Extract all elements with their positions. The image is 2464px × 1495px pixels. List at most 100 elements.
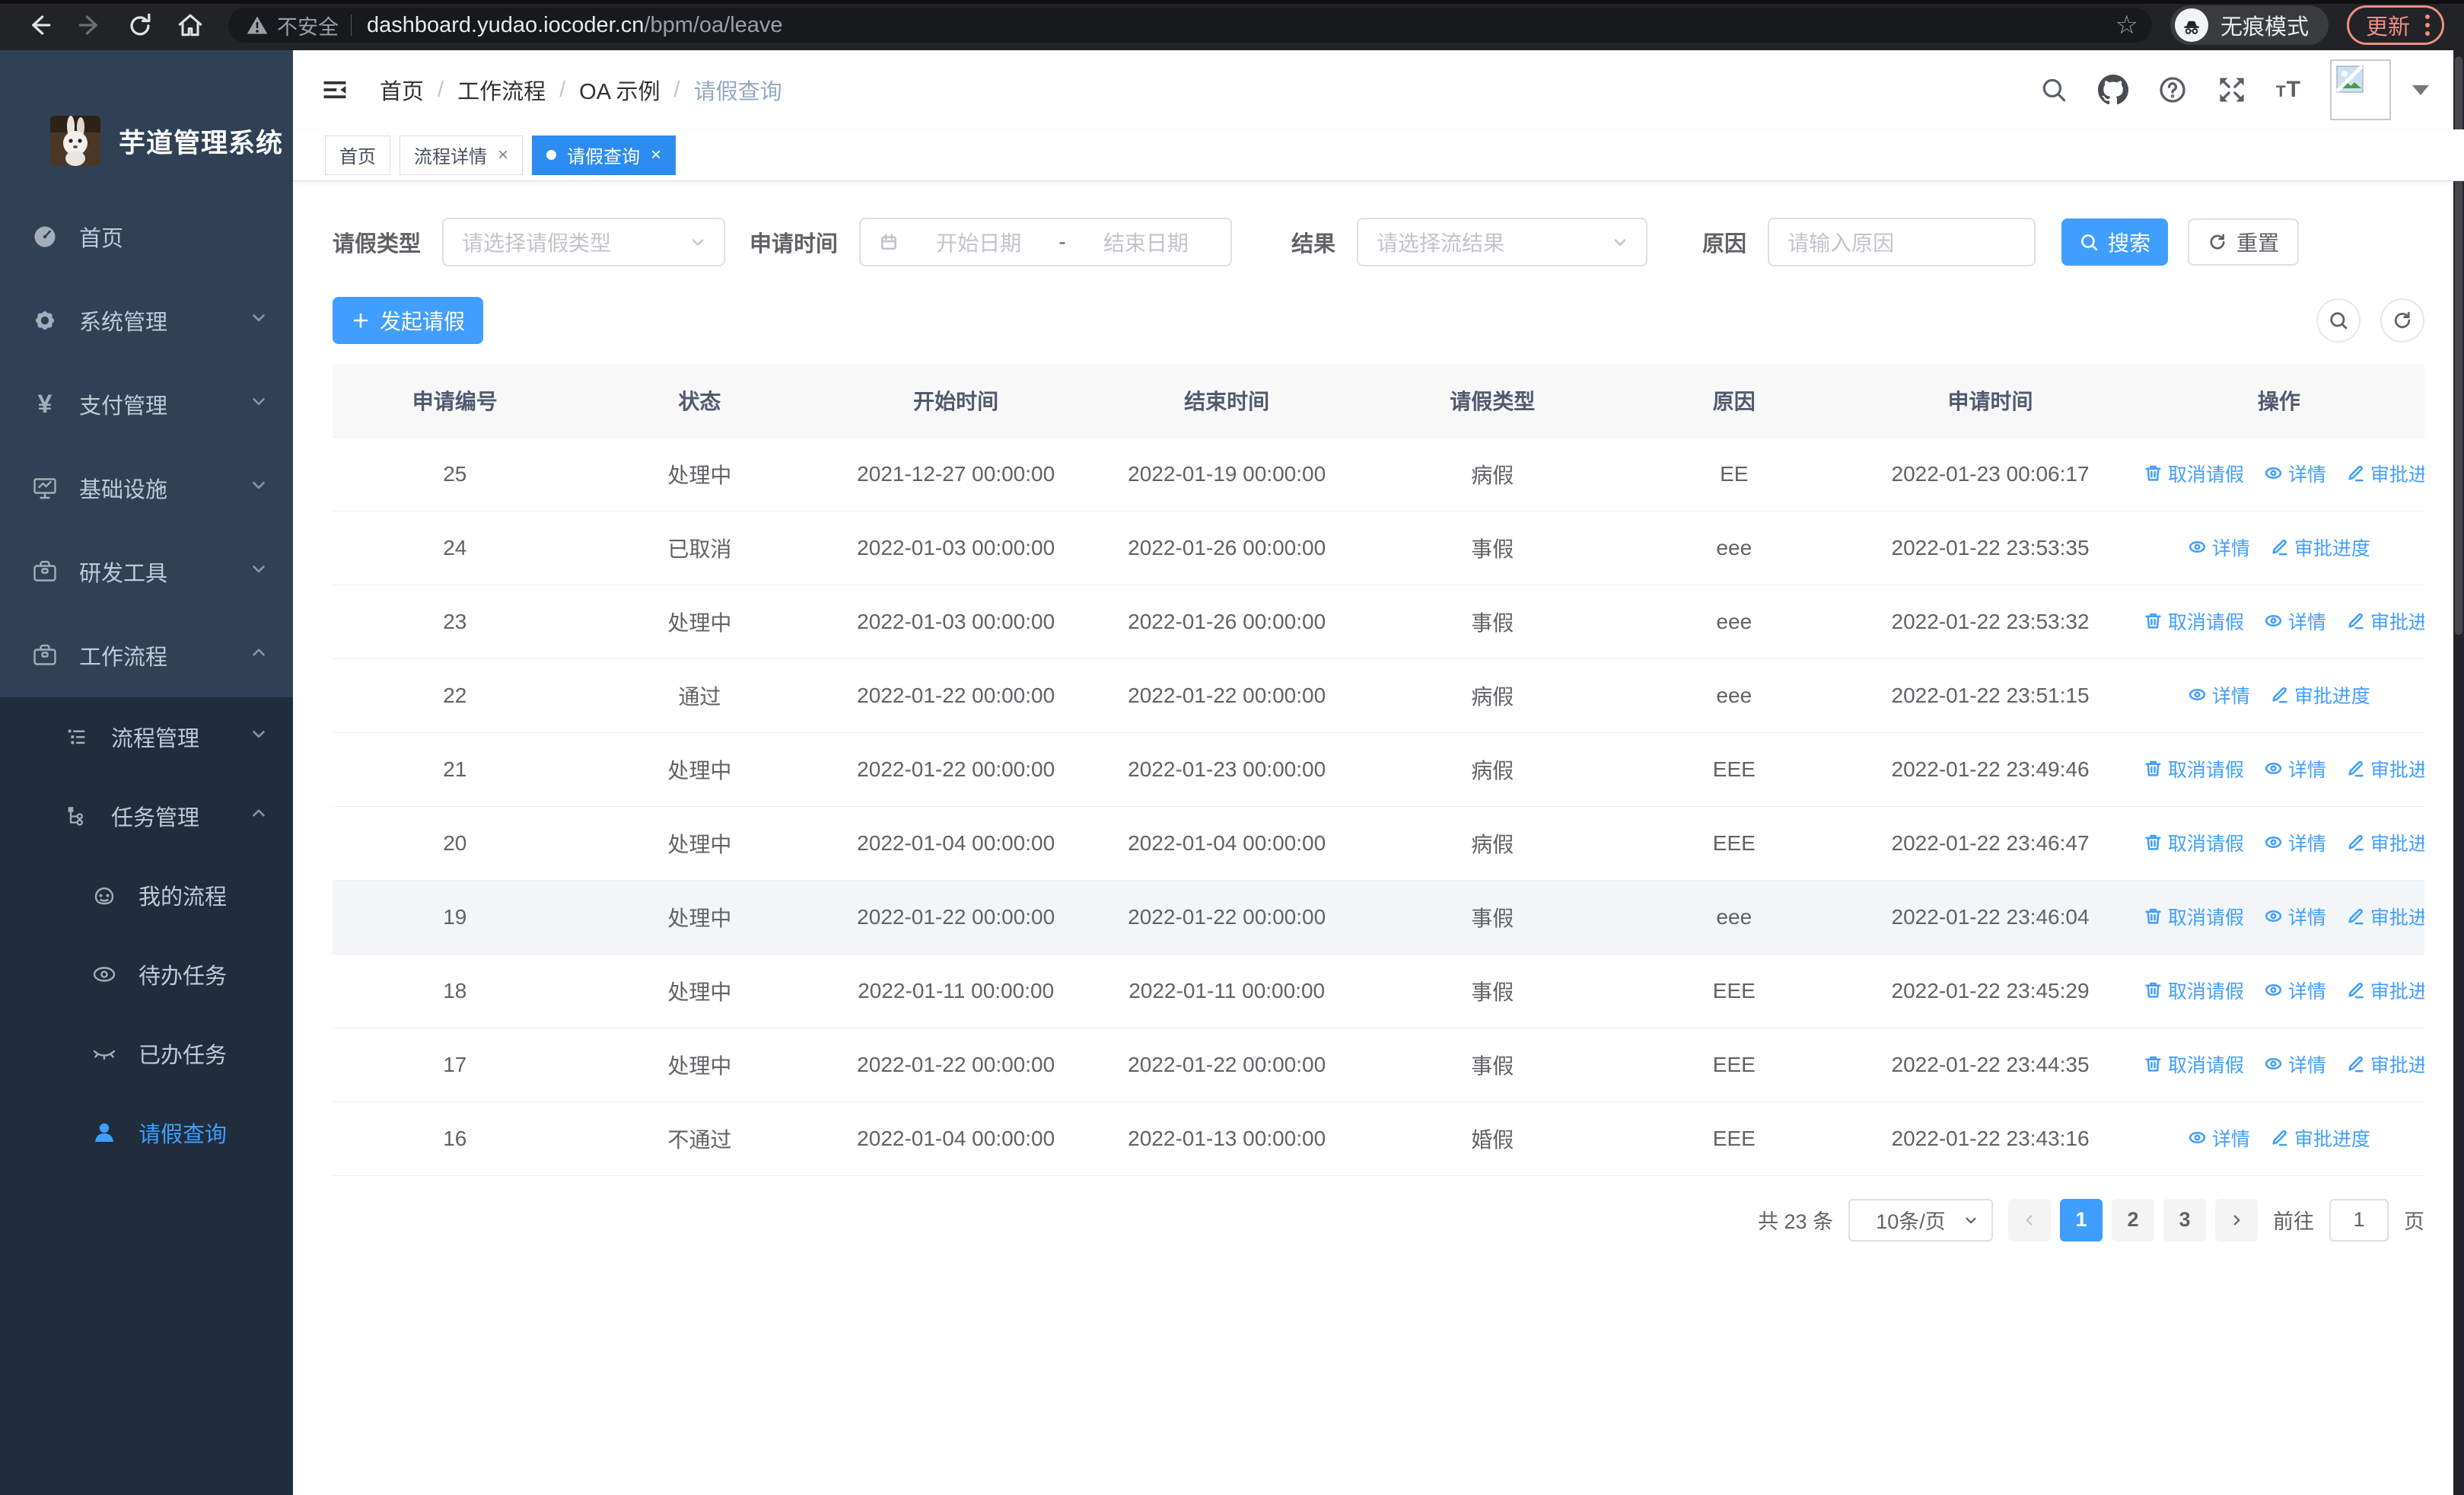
action-progress-link[interactable]: 审批进度 (2346, 607, 2424, 635)
end-date-placeholder[interactable]: 结束日期 (1080, 227, 1212, 257)
action-progress-link[interactable]: 审批进度 (2270, 681, 2370, 709)
sidebar-item-infra[interactable]: 基础设施 (0, 446, 293, 530)
sidebar-item-my-process[interactable]: 我的流程 (0, 856, 293, 935)
next-page-button[interactable] (2215, 1198, 2258, 1242)
close-icon[interactable]: × (651, 145, 661, 166)
action-progress-link[interactable]: 审批进度 (2270, 1124, 2370, 1152)
action-progress-link[interactable]: 审批进度 (2270, 534, 2370, 561)
browser-back-button[interactable] (23, 8, 56, 42)
prev-page-button[interactable] (2008, 1198, 2051, 1242)
table-row[interactable]: 25 处理中 2021-12-27 00:00:00 2022-01-19 00:00… (333, 437, 2424, 512)
action-cancel-link[interactable]: 取消请假 (2144, 1050, 2244, 1078)
browser-update-button[interactable]: 更新 (2346, 5, 2444, 45)
bookmark-star-icon[interactable]: ☆ (2115, 10, 2138, 40)
breadcrumb-item[interactable]: OA 示例 (579, 74, 660, 106)
action-detail-link[interactable]: 详情 (2264, 977, 2326, 1004)
action-progress-link[interactable]: 审批进度 (2346, 460, 2424, 487)
robot-icon (90, 881, 119, 910)
goto-page-input[interactable]: 1 (2329, 1198, 2389, 1242)
action-cancel-link[interactable]: 取消请假 (2144, 977, 2244, 1004)
action-progress-link[interactable]: 审批进度 (2346, 977, 2424, 1004)
refresh-table-button[interactable] (2380, 298, 2424, 343)
action-cancel-link[interactable]: 取消请假 (2144, 607, 2244, 635)
table-row[interactable]: 24 已取消 2022-01-03 00:00:00 2022-01-26 00:00… (333, 511, 2424, 585)
sidebar-item-payment[interactable]: ¥ 支付管理 (0, 362, 293, 446)
sidebar-item-leave-query[interactable]: 请假查询 (0, 1093, 293, 1172)
sidebar-item-task-mgmt[interactable]: 任务管理 (0, 776, 293, 856)
table-row[interactable]: 19 处理中 2022-01-22 00:00:00 2022-01-22 00:00… (333, 880, 2424, 955)
sidebar-item-system[interactable]: 系统管理 (0, 279, 293, 362)
sidebar-item-label: 研发工具 (79, 562, 168, 586)
action-progress-link[interactable]: 审批进度 (2346, 1050, 2424, 1078)
action-progress-link[interactable]: 审批进度 (2346, 903, 2424, 930)
action-detail-link[interactable]: 详情 (2188, 534, 2250, 561)
start-date-placeholder[interactable]: 开始日期 (912, 227, 1045, 257)
create-leave-button[interactable]: 发起请假 (333, 297, 483, 344)
result-select[interactable]: 请选择流结果 (1357, 218, 1648, 266)
action-cancel-link[interactable]: 取消请假 (2144, 755, 2244, 783)
table-row[interactable]: 22 通过 2022-01-22 00:00:00 2022-01-22 00:00:… (333, 658, 2424, 733)
action-progress-link[interactable]: 审批进度 (2346, 755, 2424, 783)
action-detail-link[interactable]: 详情 (2264, 903, 2326, 930)
help-icon[interactable] (2157, 75, 2188, 105)
app-logo-row[interactable]: 芋道管理系统 (50, 116, 293, 166)
sidebar-item-home[interactable]: 首页 (0, 195, 293, 279)
breadcrumb-item[interactable]: 工作流程 (457, 74, 546, 106)
browser-scrollbar[interactable] (2453, 50, 2464, 1495)
screen: 不安全 dashboard.yudao.iocoder.cn/bpm/oa/le… (0, 0, 2464, 1495)
address-bar[interactable]: 不安全 dashboard.yudao.iocoder.cn/bpm/oa/le… (228, 8, 2152, 43)
github-icon[interactable] (2097, 75, 2128, 105)
breadcrumb-item[interactable]: 首页 (380, 74, 424, 106)
page-button-1[interactable]: 1 (2060, 1198, 2103, 1242)
reason-input[interactable]: 请输入原因 (1768, 218, 2036, 266)
action-progress-link[interactable]: 审批进度 (2346, 829, 2424, 856)
close-icon[interactable]: × (498, 145, 508, 166)
page-size-select[interactable]: 10条/页 (1848, 1198, 1993, 1242)
date-range-picker[interactable]: 开始日期 - 结束日期 (859, 218, 1233, 266)
leave-type-select[interactable]: 请选择请假类型 (442, 218, 726, 266)
table-row[interactable]: 16 不通过 2022-01-04 00:00:00 2022-01-13 00:00… (333, 1101, 2424, 1176)
avatar[interactable] (2330, 59, 2391, 120)
sidebar-item-done-tasks[interactable]: 已办任务 (0, 1014, 293, 1093)
update-label[interactable]: 更新 (2366, 9, 2410, 41)
action-detail-link[interactable]: 详情 (2264, 755, 2326, 783)
font-size-icon[interactable]: TT (2276, 77, 2301, 103)
fullscreen-icon[interactable] (2217, 75, 2247, 105)
table-row[interactable]: 18 处理中 2022-01-11 00:00:00 2022-01-11 00:00… (333, 954, 2424, 1028)
table-row[interactable]: 20 处理中 2022-01-04 00:00:00 2022-01-04 00:00… (333, 806, 2424, 881)
page-button-2[interactable]: 2 (2112, 1198, 2154, 1242)
page-button-3[interactable]: 3 (2163, 1198, 2206, 1242)
action-cancel-link[interactable]: 取消请假 (2144, 460, 2244, 487)
toggle-search-button[interactable] (2316, 298, 2361, 343)
sidebar-collapse-icon[interactable] (317, 72, 352, 107)
action-label: 取消请假 (2167, 759, 2244, 781)
tab-process-detail[interactable]: 流程详情 × (400, 135, 524, 175)
action-detail-link[interactable]: 详情 (2188, 681, 2250, 709)
security-label[interactable]: 不安全 (277, 11, 339, 40)
sidebar-item-devtools[interactable]: 研发工具 (0, 530, 293, 614)
action-detail-link[interactable]: 详情 (2188, 1124, 2250, 1152)
browser-reload-button[interactable] (123, 8, 157, 42)
sidebar-item-workflow[interactable]: 工作流程 (0, 614, 293, 697)
table-row[interactable]: 23 处理中 2022-01-03 00:00:00 2022-01-26 00:00… (333, 585, 2424, 659)
action-detail-link[interactable]: 详情 (2264, 1050, 2326, 1078)
table-row[interactable]: 17 处理中 2022-01-22 00:00:00 2022-01-22 00:00… (333, 1028, 2424, 1102)
reset-button[interactable]: 重置 (2188, 218, 2300, 266)
tab-leave-query[interactable]: 请假查询 × (532, 135, 676, 175)
action-detail-link[interactable]: 详情 (2264, 829, 2326, 856)
action-detail-link[interactable]: 详情 (2264, 460, 2326, 487)
header-search-icon[interactable] (2039, 75, 2069, 105)
browser-home-button[interactable] (173, 8, 207, 42)
sidebar-item-todo-tasks[interactable]: 待办任务 (0, 935, 293, 1014)
sidebar-item-process-mgmt[interactable]: 流程管理 (0, 697, 293, 776)
tab-home[interactable]: 首页 (325, 135, 390, 175)
browser-forward-button[interactable] (73, 8, 107, 42)
sidebar-item-label: 任务管理 (111, 806, 200, 830)
browser-menu-icon[interactable] (2425, 14, 2430, 36)
action-cancel-link[interactable]: 取消请假 (2144, 829, 2244, 856)
action-detail-link[interactable]: 详情 (2264, 607, 2326, 635)
action-cancel-link[interactable]: 取消请假 (2144, 903, 2244, 930)
avatar-caret-icon[interactable] (2412, 84, 2429, 95)
table-row[interactable]: 21 处理中 2022-01-22 00:00:00 2022-01-23 00:00… (333, 732, 2424, 807)
search-button[interactable]: 搜索 (2061, 218, 2169, 266)
